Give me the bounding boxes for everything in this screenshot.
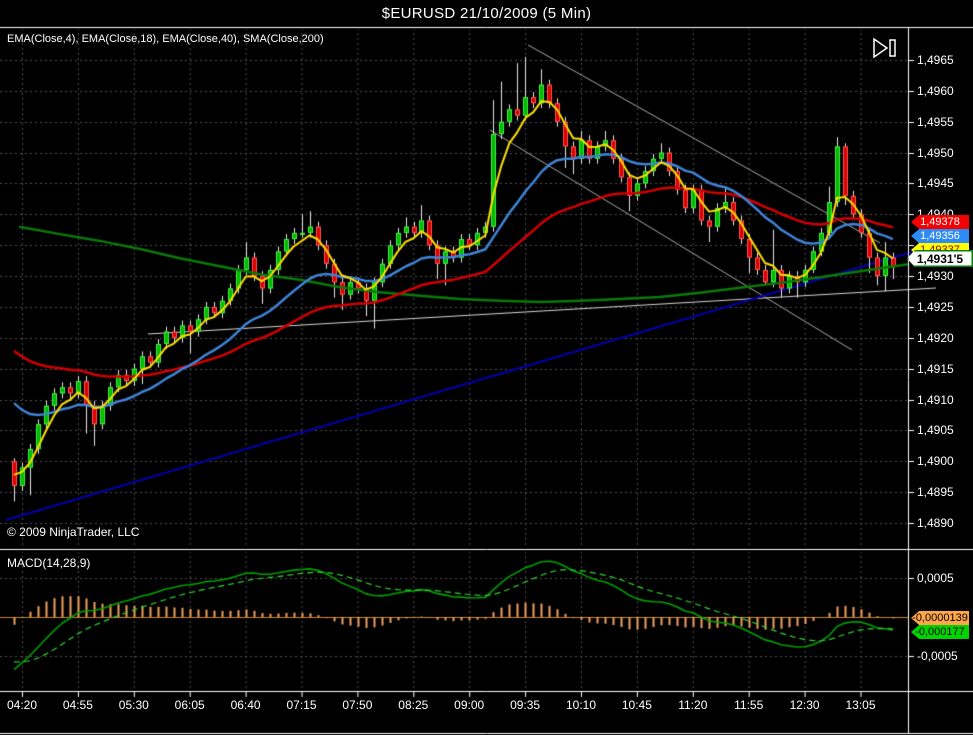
time-axis-label: 09:00: [454, 698, 485, 712]
time-axis-label: 11:20: [678, 698, 708, 712]
price-axis-label: 1,4900: [917, 454, 954, 468]
price-axis-label: 1,4930: [917, 269, 954, 283]
price-tag-ema18: 1,49356: [911, 229, 969, 243]
price-axis-label: 1,4905: [917, 423, 954, 437]
indicators-label: EMA(Close,4), EMA(Close,18), EMA(Close,4…: [7, 33, 324, 45]
price-axis-label: 1,4910: [917, 393, 954, 407]
time-axis-label: 05:30: [118, 698, 149, 712]
macd-tag-line: -0,000177: [911, 625, 969, 639]
price-tag-ema40: 1,49378: [911, 215, 969, 229]
price-axis-label: 1,4960: [917, 84, 954, 98]
price-axis-label: 1,4945: [917, 176, 954, 190]
time-axis-label: 04:20: [6, 698, 38, 712]
time-axis-label: 08:25: [398, 698, 429, 712]
time-axis-label: 07:50: [342, 698, 373, 712]
title-bar: $EURUSD 21/10/2009 (5 Min): [0, 0, 973, 27]
price-axis-label: 1,4965: [917, 53, 954, 67]
time-axis-label: 06:05: [174, 698, 205, 712]
time-axis-label: 04:55: [62, 698, 93, 712]
time-axis-label: 12:30: [789, 698, 820, 712]
time-axis-label: 07:15: [286, 698, 317, 712]
chart-canvas[interactable]: [0, 0, 973, 735]
time-axis-label: 10:10: [565, 698, 597, 712]
macd-axis-label: -0,0005: [917, 649, 958, 663]
price-tag-last: 1,4931'5: [907, 250, 973, 267]
price-axis-label: 1,4925: [917, 300, 954, 314]
chart-title: $EURUSD 21/10/2009 (5 Min): [381, 5, 592, 22]
time-axis-label: 11:55: [734, 698, 764, 712]
time-axis-label: 10:45: [621, 698, 652, 712]
price-axis-label: 1,4890: [917, 516, 954, 530]
macd-label: MACD(14,28,9): [7, 556, 91, 570]
price-axis-label: 1,4915: [917, 362, 954, 376]
time-axis-label: 09:35: [510, 698, 541, 712]
time-axis-label: 06:40: [230, 698, 261, 712]
macd-tag-diff: -0,0000139: [911, 611, 969, 625]
macd-axis-label: 0,0005: [917, 571, 954, 585]
time-axis-label: 13:05: [845, 698, 876, 712]
price-axis-label: 1,4950: [917, 146, 954, 160]
price-axis-label: 1,4955: [917, 115, 954, 129]
price-axis-label: 1,4895: [917, 485, 954, 499]
price-axis-label: 1,4920: [917, 331, 954, 345]
ninjatrader-chart-window: $EURUSD 21/10/2009 (5 Min) EMA(Close,4),…: [0, 0, 973, 735]
go-to-end-icon[interactable]: [871, 36, 903, 60]
copyright-label: © 2009 NinjaTrader, LLC: [7, 525, 140, 539]
